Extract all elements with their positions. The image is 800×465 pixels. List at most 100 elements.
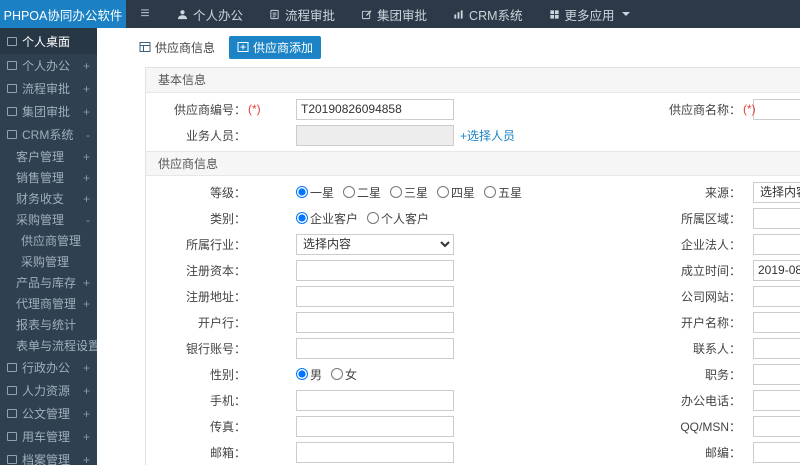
sidebar-item-personal-desktop[interactable]: 个人桌面	[0, 28, 97, 54]
topnav-crm-system[interactable]: CRM系统	[440, 0, 535, 28]
position-input[interactable]	[753, 363, 800, 385]
expand-icon: +	[82, 170, 90, 185]
office-phone-input[interactable]	[753, 389, 800, 411]
tab-supplier-add[interactable]: 供应商添加	[229, 35, 322, 59]
supplier-no-input[interactable]	[296, 98, 454, 120]
source-select[interactable]: 选择内容	[753, 181, 800, 203]
category-radio[interactable]	[296, 212, 308, 224]
form-row: 手机： 办公电话：	[146, 387, 800, 413]
sidebar-item-procurement-mgmt[interactable]: 采购管理 -	[0, 209, 97, 230]
topnav-group-approval[interactable]: 集团审批	[348, 0, 440, 28]
main-content: 供应商信息 供应商添加 基本信息 供应商编号：(*) 供应商名称：(*)	[97, 28, 800, 465]
level-option-1[interactable]: 一星	[296, 184, 334, 201]
form-row: 等级： 一星 二星 三星 四星 五星 来源： 选择内容	[146, 179, 800, 205]
topnav-label: 更多应用	[564, 8, 615, 23]
sidebar-item-products-inventory[interactable]: 产品与库存 +	[0, 272, 97, 293]
sidebar-item-procurement[interactable]: 采购管理	[0, 251, 97, 272]
level-option-5[interactable]: 五星	[484, 184, 522, 201]
required-mark: (*)	[248, 102, 261, 116]
select-person-link[interactable]: +选择人员	[460, 127, 515, 144]
sidebar-item-document-mgmt[interactable]: 公文管理 +	[0, 402, 97, 425]
qq-msn-input[interactable]	[753, 415, 800, 437]
level-radio[interactable]	[296, 186, 308, 198]
sidebar-item-admin-office[interactable]: 行政办公 +	[0, 356, 97, 379]
level-option-4[interactable]: 四星	[437, 184, 475, 201]
registered-capital-input[interactable]	[296, 259, 454, 281]
form-row: 邮箱： 邮编：	[146, 439, 800, 465]
topnav-personal-office[interactable]: 个人办公	[164, 0, 256, 28]
region-input[interactable]	[753, 207, 800, 229]
level-radio[interactable]	[343, 186, 356, 198]
level-radio[interactable]	[390, 186, 403, 198]
expand-icon: +	[82, 406, 90, 421]
sidebar-item-supplier-mgmt[interactable]: 供应商管理	[0, 230, 97, 251]
sidebar: 个人桌面 个人办公 + 流程审批 + 集团审批 + CRM系统 - 客户管理 +…	[0, 28, 97, 465]
gender-radio[interactable]	[296, 368, 308, 380]
mobile-input[interactable]	[296, 389, 454, 411]
edit-square-icon	[361, 9, 372, 19]
form-row: 类别： 企业客户 个人客户 所属区域：	[146, 205, 800, 231]
field-label: 性别：	[209, 367, 246, 382]
supplier-add-form: 基本信息 供应商编号：(*) 供应商名称：(*) 业务人员： +选择人员	[145, 67, 800, 465]
sidebar-item-form-process-settings[interactable]: 表单与流程设置 +	[0, 335, 97, 356]
category-radio[interactable]	[367, 212, 380, 224]
form-row: 注册资本： 成立时间：	[146, 257, 800, 283]
supplier-name-input[interactable]	[753, 98, 800, 120]
sidebar-item-customer-mgmt[interactable]: 客户管理 +	[0, 146, 97, 167]
industry-select[interactable]: 选择内容	[296, 233, 454, 255]
email-input[interactable]	[296, 441, 454, 463]
stamp-icon	[7, 107, 17, 116]
sidebar-item-finance[interactable]: 财务收支 +	[0, 188, 97, 209]
sidebar-item-agent-mgmt[interactable]: 代理商管理 +	[0, 293, 97, 314]
category-radio-group: 企业客户 个人客户	[296, 210, 596, 227]
fax-input[interactable]	[296, 415, 454, 437]
level-radio[interactable]	[484, 186, 497, 198]
field-label: 来源：	[704, 185, 741, 200]
sidebar-item-vehicle-mgmt[interactable]: 用车管理 +	[0, 425, 97, 448]
topnav-more-apps[interactable]: 更多应用	[536, 0, 643, 28]
bank-input[interactable]	[296, 311, 454, 333]
sidebar-item-reports-statistics[interactable]: 报表与统计	[0, 314, 97, 335]
form-row: 所属行业： 选择内容 企业法人：	[146, 231, 800, 257]
gender-option-male[interactable]: 男	[296, 366, 322, 383]
car-icon	[7, 432, 17, 441]
collapse-icon: -	[86, 127, 90, 142]
contact-input[interactable]	[753, 337, 800, 359]
field-label: 手机：	[209, 393, 246, 408]
sidebar-item-process-approval[interactable]: 流程审批 +	[0, 77, 97, 100]
website-input[interactable]	[753, 285, 800, 307]
sidebar-item-hr[interactable]: 人力资源 +	[0, 379, 97, 402]
established-date-input[interactable]	[753, 259, 800, 281]
sidebar-item-archive-mgmt[interactable]: 档案管理 +	[0, 448, 97, 465]
expand-icon: +	[82, 429, 90, 444]
field-label: 供应商名称： (*)	[668, 102, 756, 117]
registered-address-input[interactable]	[296, 285, 454, 307]
chevron-down-icon	[621, 12, 630, 16]
topnav-process-approval[interactable]: 流程审批	[256, 0, 348, 28]
business-person-input[interactable]	[296, 124, 454, 146]
sidebar-item-personal-office[interactable]: 个人办公 +	[0, 54, 97, 77]
zip-input[interactable]	[753, 441, 800, 463]
legal-person-input[interactable]	[753, 233, 800, 255]
level-radio[interactable]	[437, 186, 450, 198]
collapse-icon: -	[86, 212, 90, 227]
category-option-enterprise[interactable]: 企业客户	[296, 210, 358, 227]
topnav-label: 个人办公	[193, 8, 244, 23]
user-icon	[7, 61, 17, 70]
form-row: 性别： 男 女 职务：	[146, 361, 800, 387]
tab-supplier-info[interactable]: 供应商信息	[131, 36, 223, 59]
topnav-label: 流程审批	[285, 8, 336, 23]
level-option-2[interactable]: 二星	[343, 184, 381, 201]
menu-toggle-icon[interactable]: ≡	[126, 0, 164, 28]
field-label: 注册地址：	[185, 289, 246, 304]
sidebar-item-sales-mgmt[interactable]: 销售管理 +	[0, 167, 97, 188]
account-name-input[interactable]	[753, 311, 800, 333]
sidebar-item-crm-system[interactable]: CRM系统 -	[0, 123, 97, 146]
gender-option-female[interactable]: 女	[331, 366, 357, 383]
bank-account-input[interactable]	[296, 337, 454, 359]
gender-radio[interactable]	[331, 368, 344, 380]
category-option-personal[interactable]: 个人客户	[367, 210, 429, 227]
level-option-3[interactable]: 三星	[390, 184, 428, 201]
chart-icon	[7, 130, 17, 139]
sidebar-item-group-approval[interactable]: 集团审批 +	[0, 100, 97, 123]
